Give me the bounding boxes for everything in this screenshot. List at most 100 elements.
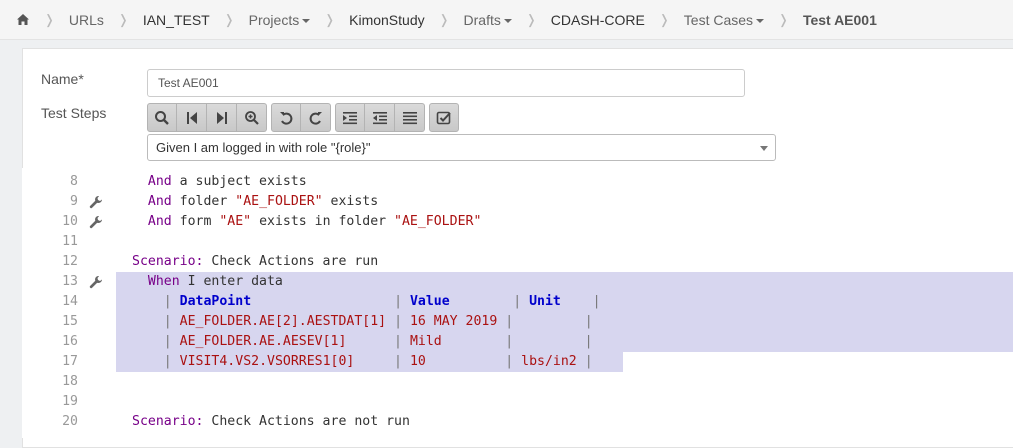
- undo-icon: [280, 111, 293, 125]
- breadcrumb-label: Drafts: [463, 11, 501, 28]
- format-icon: [402, 111, 417, 124]
- home-link[interactable]: [16, 13, 30, 26]
- code-editor[interactable]: 8 And a subject exists 9 And folder "AE_F…: [22, 168, 1013, 438]
- code-line[interactable]: 20 Scenario: Check Actions are not run: [22, 412, 1013, 432]
- code-line[interactable]: 9 And folder "AE_FOLDER" exists: [22, 192, 1013, 212]
- outdent-button[interactable]: [365, 103, 395, 132]
- breadcrumb-cdash-core[interactable]: CDASH-CORE: [551, 12, 645, 28]
- zoom-in-button[interactable]: [237, 103, 267, 132]
- breadcrumb-drafts-dropdown[interactable]: Drafts: [464, 12, 512, 28]
- token-val: AE_FOLDER.AE.AESEV[1]: [179, 334, 347, 349]
- token-kw: Scenario:: [132, 414, 204, 429]
- breadcrumb-projects-dropdown[interactable]: Projects: [249, 12, 311, 28]
- redo-button[interactable]: [301, 103, 331, 132]
- undo-button[interactable]: [271, 103, 301, 132]
- token-hdr: Unit: [529, 294, 561, 309]
- first-icon: [186, 111, 197, 124]
- format-button-group: [335, 103, 425, 132]
- token-kw: And: [147, 194, 172, 209]
- breadcrumb-label: Test AE001: [802, 11, 877, 28]
- breadcrumb: ❭ URLs ❭ IAN_TEST ❭ Projects ❭ KimonStud…: [0, 0, 1013, 40]
- caret-down-icon: [302, 18, 311, 23]
- breadcrumb-label: URLs: [68, 11, 104, 28]
- step-template-value: Given I am logged in with role "{role}": [156, 140, 371, 155]
- token-pipe: |: [584, 314, 593, 329]
- indent-button[interactable]: [335, 103, 365, 132]
- breadcrumb-separator: ❭: [324, 11, 336, 27]
- token-kw: When: [147, 274, 180, 289]
- zoom-in-icon: [244, 110, 259, 125]
- home-icon: [17, 14, 29, 25]
- code-text: When I enter data: [132, 272, 283, 292]
- line-number: 14: [62, 294, 78, 309]
- breadcrumb-urls[interactable]: URLs: [69, 12, 104, 28]
- token-pipe: |: [584, 334, 593, 349]
- breadcrumb-kimonstudy[interactable]: KimonStudy: [349, 12, 424, 28]
- code-text: And a subject exists: [132, 172, 307, 192]
- chevron-down-icon: [760, 146, 768, 151]
- breadcrumb-label: Projects: [248, 11, 300, 28]
- token-val: 16 MAY 2019: [409, 314, 498, 329]
- code-line[interactable]: 18: [22, 372, 1013, 392]
- breadcrumb-ian-test[interactable]: IAN_TEST: [143, 12, 210, 28]
- line-number: 13: [62, 274, 78, 289]
- token-text: exists in folder: [251, 214, 395, 229]
- first-button[interactable]: [177, 103, 207, 132]
- step-template-select[interactable]: Given I am logged in with role "{role}": [147, 134, 776, 161]
- code-line[interactable]: 17 | VISIT4.VS2.VSORRES1[0] | 10 | lbs/i…: [22, 352, 1013, 372]
- caret-down-icon: [756, 18, 765, 23]
- breadcrumb-separator: ❭: [44, 11, 55, 27]
- code-text: And form "AE" exists in folder "AE_FOLDE…: [132, 212, 482, 232]
- last-button[interactable]: [207, 103, 237, 132]
- line-number: 8: [70, 174, 78, 189]
- code-line[interactable]: 13 When I enter data: [22, 272, 1013, 292]
- code-line[interactable]: 11: [22, 232, 1013, 252]
- breadcrumb-label: CDASH-CORE: [550, 11, 645, 28]
- format-button[interactable]: [395, 103, 425, 132]
- search-button[interactable]: [147, 103, 177, 132]
- validate-button[interactable]: [429, 103, 459, 132]
- code-text: | AE_FOLDER.AE[2].AESTDAT[1] | 16 MAY 20…: [132, 312, 593, 332]
- indent-icon: [343, 111, 357, 124]
- code-line[interactable]: 15 | AE_FOLDER.AE[2].AESTDAT[1] | 16 MAY…: [22, 312, 1013, 332]
- code-text: | DataPoint | Value | Unit |: [132, 292, 601, 312]
- redo-icon: [309, 111, 322, 125]
- code-line[interactable]: 10 And form "AE" exists in folder "AE_FO…: [22, 212, 1013, 232]
- breadcrumb-test-cases-dropdown[interactable]: Test Cases: [684, 12, 765, 28]
- token-val: Mild: [409, 334, 442, 349]
- code-line[interactable]: 16 | AE_FOLDER.AE.AESEV[1] | Mild | |: [22, 332, 1013, 352]
- line-number: 11: [62, 234, 78, 249]
- wrench-icon[interactable]: [89, 275, 103, 289]
- code-line[interactable]: 12 Scenario: Check Actions are run: [22, 252, 1013, 272]
- token-pipe: |: [394, 294, 403, 309]
- name-input[interactable]: [147, 69, 745, 97]
- token-pipe: |: [513, 294, 522, 309]
- wrench-icon[interactable]: [89, 195, 103, 209]
- token-pipe: |: [394, 314, 403, 329]
- last-icon: [216, 111, 227, 124]
- code-line[interactable]: 14 | DataPoint | Value | Unit |: [22, 292, 1013, 312]
- token-pipe: |: [505, 354, 514, 369]
- wrench-icon[interactable]: [89, 215, 103, 229]
- token-str: "AE_FOLDER": [235, 194, 323, 209]
- breadcrumb-separator: ❭: [658, 11, 670, 27]
- token-pipe: |: [505, 334, 514, 349]
- breadcrumb-separator: ❭: [438, 11, 450, 27]
- name-label: Name*: [41, 71, 84, 87]
- code-line[interactable]: 19: [22, 392, 1013, 412]
- code-line[interactable]: 8 And a subject exists: [22, 172, 1013, 192]
